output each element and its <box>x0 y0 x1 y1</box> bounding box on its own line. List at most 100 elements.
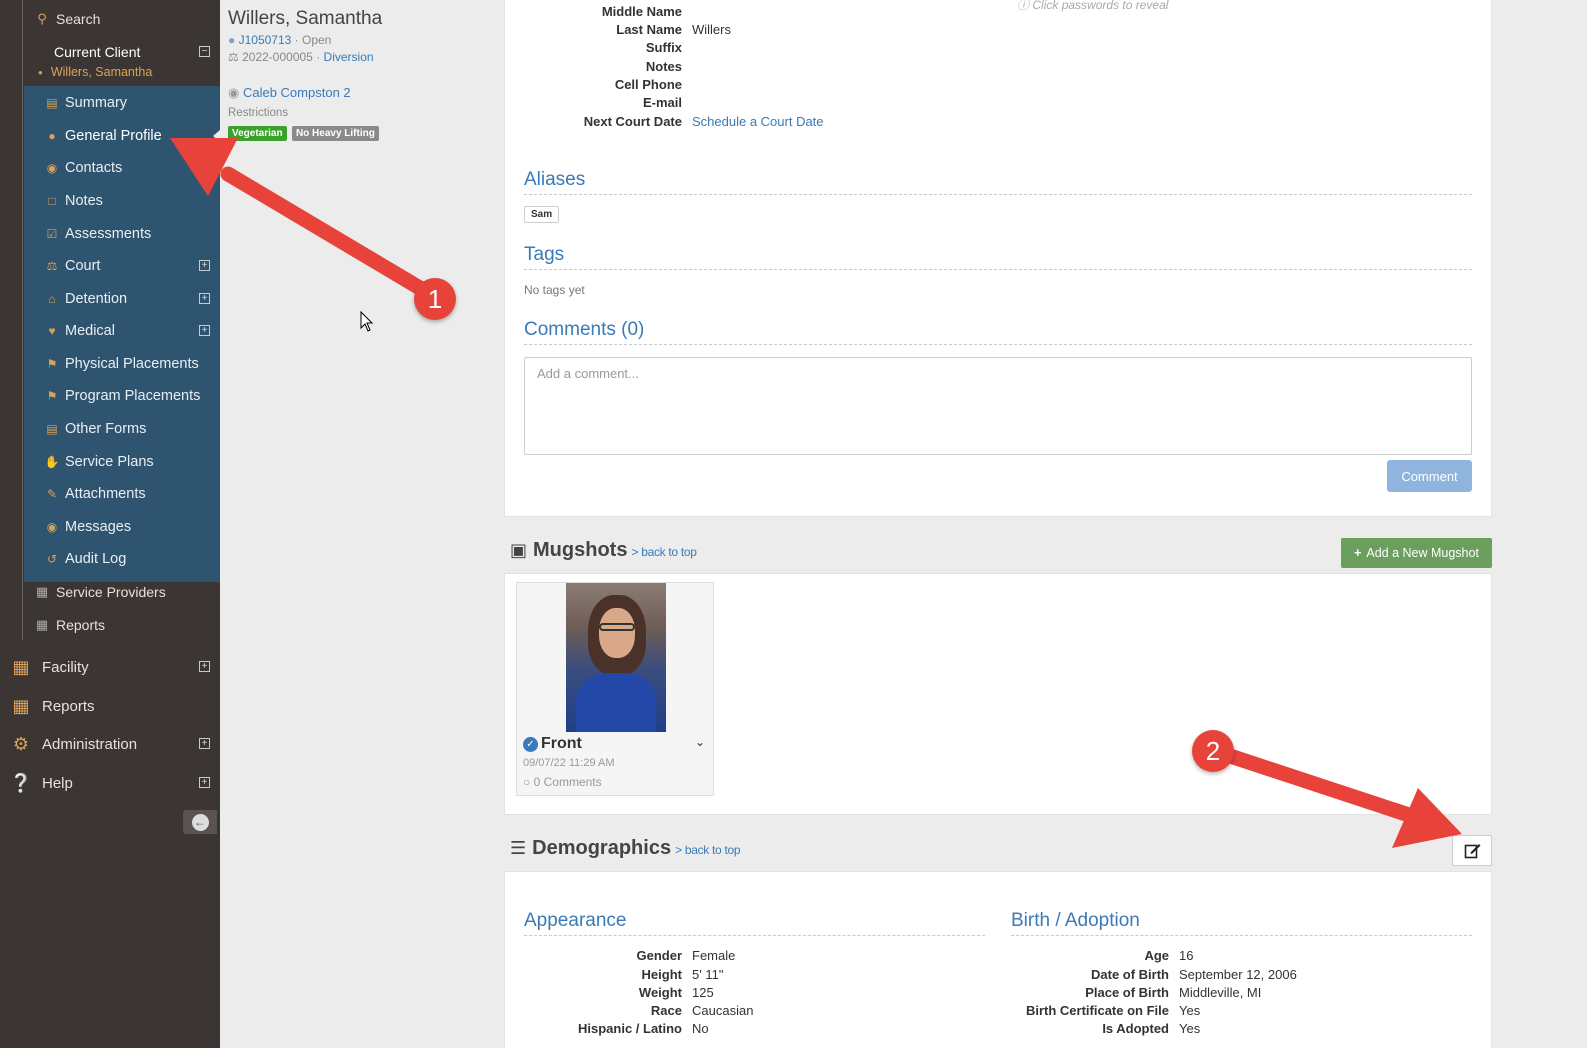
field-label: Date of Birth <box>1091 967 1169 982</box>
field-value: 125 <box>692 985 714 1000</box>
expand-plus-icon[interactable]: + <box>199 661 210 672</box>
field-suffix: Suffix <box>504 40 692 55</box>
field-label: Gender <box>636 948 682 963</box>
comment-input[interactable]: Add a comment... <box>524 357 1472 455</box>
sidebar-item-program-placements[interactable]: ⚑ Program Placements <box>44 386 220 406</box>
sidebar-item-label: Audit Log <box>65 551 127 567</box>
nav-facility[interactable]: ▦ Facility + <box>0 656 220 678</box>
sidebar-item-reports-sub[interactable]: ▦ Reports <box>34 615 220 635</box>
demo-gender: Gender Female <box>504 948 735 963</box>
demo-dob: Date of Birth September 12, 2006 <box>991 967 1297 982</box>
sidebar-item-messages[interactable]: ◉ Messages <box>44 517 220 537</box>
back-to-top-link[interactable]: > back to top <box>631 545 696 559</box>
field-value: Yes <box>1179 1003 1201 1018</box>
info-icon: ⓘ <box>1017 0 1030 12</box>
list-icon: ▤ <box>46 96 58 110</box>
nav-reports[interactable]: ▦ Reports <box>0 695 220 717</box>
sidebar-item-audit-log[interactable]: ↺ Audit Log <box>44 549 220 569</box>
current-client-name-row[interactable]: ● Willers, Samantha <box>38 63 220 81</box>
sidebar-search-label: Search <box>56 11 101 27</box>
restrictions-label: Restrictions <box>228 107 289 119</box>
client-contact-row: ◉ Caleb Compston 2 <box>228 85 351 101</box>
field-value: No <box>692 1021 709 1036</box>
comment-button[interactable]: Comment <box>1387 460 1472 492</box>
sidebar-item-label: Contacts <box>65 160 123 176</box>
sidebar-item-label: Attachments <box>65 486 146 502</box>
sidebar-item-summary[interactable]: ▤ Summary <box>44 93 220 113</box>
checkbox-icon: ☑ <box>46 227 58 241</box>
alias-tag: Sam <box>524 206 560 223</box>
field-label: Hispanic / Latino <box>577 1021 682 1036</box>
sidebar-search[interactable]: ⚲ Search <box>34 8 220 30</box>
schedule-court-date-link[interactable]: Schedule a Court Date <box>692 114 824 129</box>
demo-race: Race Caucasian <box>504 1003 754 1018</box>
sidebar-item-notes[interactable]: □ Notes <box>44 191 220 211</box>
sidebar-item-assessments[interactable]: ☑ Assessments <box>44 224 220 244</box>
sidebar-item-label: Service Plans <box>65 454 154 470</box>
collapse-minus-icon[interactable]: − <box>199 46 210 57</box>
sidebar-item-service-providers[interactable]: ▦ Service Providers <box>34 582 220 602</box>
scale-icon: ⚖ <box>46 259 58 273</box>
current-client-label: Current Client <box>54 44 141 60</box>
expand-plus-icon[interactable]: + <box>199 293 210 304</box>
sidebar-item-detention[interactable]: ⌂ Detention + <box>44 289 220 309</box>
mugshot-item[interactable]: ✓ Front ⌄ 09/07/22 11:29 AM ○ 0 Comments <box>516 582 714 796</box>
demo-birth-certificate: Birth Certificate on File Yes <box>991 1003 1200 1018</box>
edit-demographics-button[interactable] <box>1452 835 1492 866</box>
expand-plus-icon[interactable]: + <box>199 260 210 271</box>
sidebar-item-label: Detention <box>65 291 128 307</box>
building-icon: ▦ <box>35 584 49 599</box>
annotation-badge-2: 2 <box>1192 730 1234 772</box>
mugshots-heading: ▣ Mugshots > back to top <box>510 539 697 562</box>
building-icon: ▦ <box>12 656 30 677</box>
chevron-down-icon[interactable]: ⌄ <box>695 735 705 749</box>
client-id-link[interactable]: J1050713 <box>239 33 292 47</box>
sidebar-item-physical-placements[interactable]: ⚑ Physical Placements <box>44 354 220 374</box>
back-to-top-link[interactable]: > back to top <box>675 843 740 857</box>
sidebar-item-attachments[interactable]: ✎ Attachments <box>44 484 220 504</box>
sidebar-item-label: Messages <box>65 519 132 535</box>
field-email: E-mail <box>504 95 692 110</box>
active-pointer-icon <box>213 130 220 142</box>
form-icon: ▤ <box>46 422 58 436</box>
sidebar-item-label: Service Providers <box>56 584 166 600</box>
field-label: Race <box>650 1003 682 1018</box>
sidebar-item-label: Reports <box>56 617 106 633</box>
expand-plus-icon[interactable]: + <box>199 738 210 749</box>
table-icon: ▦ <box>35 617 49 632</box>
cogs-icon: ⚙ <box>12 733 30 754</box>
mugshot-comments-row[interactable]: ○ 0 Comments <box>523 775 602 789</box>
question-icon: ❔ <box>9 772 33 793</box>
expand-plus-icon[interactable]: + <box>199 325 210 336</box>
sidebar-item-service-plans[interactable]: ✋ Service Plans <box>44 452 220 472</box>
nav-help[interactable]: ❔ Help + <box>0 772 220 794</box>
field-label: Height <box>641 967 682 982</box>
collapse-sidebar-button[interactable]: ← <box>183 810 217 834</box>
arrow-left-icon: ← <box>191 813 209 831</box>
sidebar-item-contacts[interactable]: ◉ Contacts <box>44 158 220 178</box>
sidebar-item-other-forms[interactable]: ▤ Other Forms <box>44 419 220 439</box>
sidebar-item-medical[interactable]: ♥ Medical + <box>44 321 220 341</box>
field-label: E-mail <box>642 95 682 110</box>
birth-heading: Birth / Adoption <box>1011 910 1472 936</box>
sidebar-item-general-profile[interactable]: ● General Profile <box>44 126 220 146</box>
sidebar-item-court[interactable]: ⚖ Court + <box>44 256 220 276</box>
expand-plus-icon[interactable]: + <box>199 777 210 788</box>
mugshot-photo[interactable] <box>566 583 666 732</box>
add-mugshot-button[interactable]: + Add a New Mugshot <box>1341 538 1492 568</box>
photo-shirt <box>576 673 656 732</box>
client-case-row: ⚖ 2022-000005 · Diversion <box>228 50 374 64</box>
client-summary-panel: Willers, Samantha ● J1050713 · Open ⚖ 20… <box>220 0 504 1048</box>
current-client-header[interactable]: Current Client − <box>54 42 220 62</box>
users-icon: ◉ <box>46 161 58 175</box>
tags-heading: Tags <box>524 244 1472 270</box>
field-value: Yes <box>1179 1021 1201 1036</box>
case-type-link[interactable]: Diversion <box>324 50 374 64</box>
note-icon: □ <box>48 194 56 208</box>
field-value: September 12, 2006 <box>1179 967 1297 982</box>
sidebar-item-label: General Profile <box>65 128 162 144</box>
field-label: Birth Certificate on File <box>1025 1003 1169 1018</box>
nav-administration[interactable]: ⚙ Administration + <box>0 733 220 755</box>
contact-link[interactable]: Caleb Compston 2 <box>243 85 351 100</box>
client-name: Willers, Samantha <box>228 8 383 29</box>
